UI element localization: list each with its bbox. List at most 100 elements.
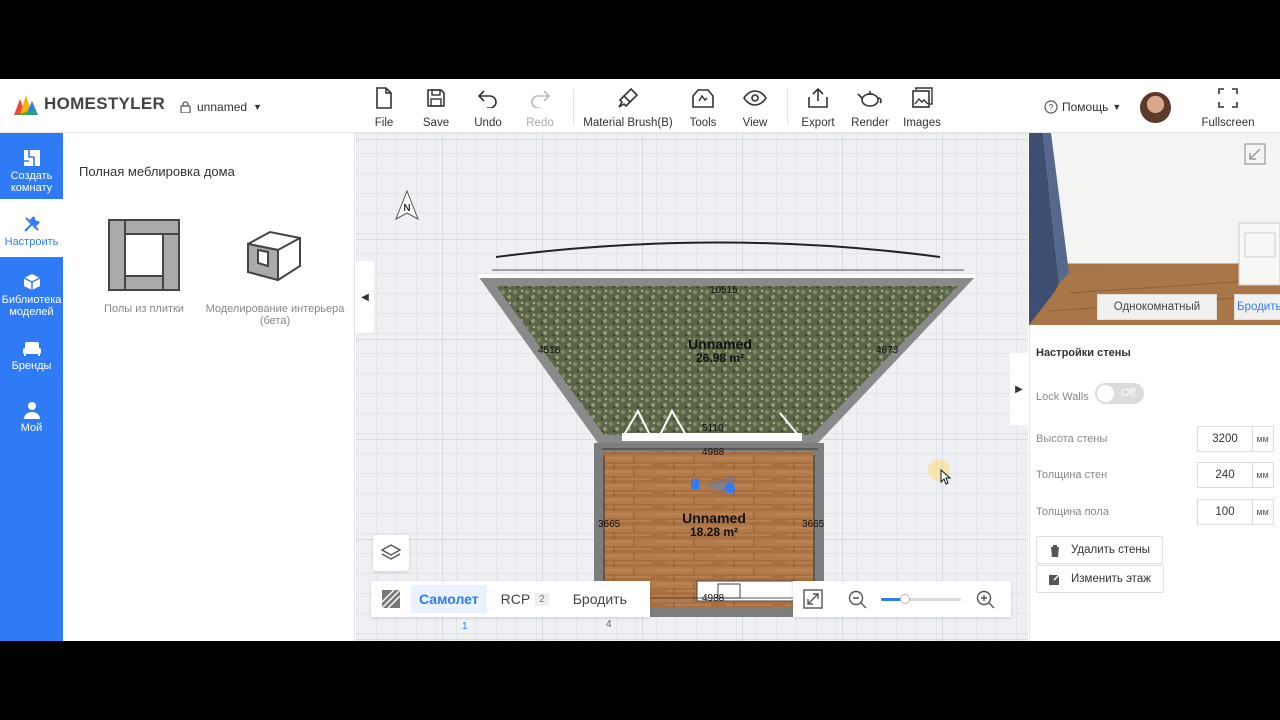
view-label: View bbox=[742, 117, 768, 129]
wall-thickness-unit: мм bbox=[1252, 462, 1274, 488]
floor-thickness-input[interactable]: 100 bbox=[1197, 499, 1253, 525]
catalog-card-tile-floors[interactable]: Полы из плитки bbox=[74, 215, 214, 315]
floorplan-icon bbox=[23, 150, 40, 166]
wall-height-input[interactable]: 3200 bbox=[1197, 426, 1253, 452]
export-button[interactable]: Export bbox=[788, 85, 848, 129]
zoom-out-button[interactable] bbox=[848, 590, 868, 615]
mode-plane[interactable]: Самолет bbox=[411, 585, 487, 613]
sidebar-item-customize[interactable]: Настроить bbox=[0, 199, 63, 257]
export-label: Export bbox=[801, 117, 835, 129]
tools-icon bbox=[23, 216, 40, 232]
fit-view-icon bbox=[803, 589, 823, 609]
wall-height-label: Высота стены bbox=[1036, 433, 1108, 445]
room1-name: Unnamed bbox=[688, 336, 752, 352]
dim-bottom: 4988 bbox=[702, 593, 725, 604]
catalog-card-interior-modeling[interactable]: Моделирование интерьера (бета) bbox=[205, 215, 345, 327]
hatch-icon bbox=[381, 589, 401, 609]
help-dropdown[interactable]: ? Помощь ▼ bbox=[1044, 100, 1121, 114]
catalog-panel: Полная меблировка дома Полы из плитки Мо… bbox=[63, 133, 355, 641]
lock-walls-toggle[interactable]: Off bbox=[1095, 383, 1144, 404]
sidebar-item-create-room[interactable]: Создать комнату bbox=[0, 139, 63, 197]
delete-walls-button[interactable]: Удалить стены bbox=[1036, 536, 1164, 564]
mouse-cursor-icon bbox=[940, 469, 952, 485]
view-button[interactable]: View bbox=[725, 85, 785, 129]
expand-icon[interactable] bbox=[1244, 143, 1266, 165]
sidebar-item-brands[interactable]: Бренды bbox=[0, 329, 63, 377]
wall-thickness-input[interactable]: 240 bbox=[1197, 462, 1253, 488]
layers-button[interactable] bbox=[373, 535, 409, 571]
change-floor-button[interactable]: Изменить этаж bbox=[1036, 565, 1164, 593]
mode-walk-label: Бродить bbox=[572, 591, 627, 607]
images-button[interactable]: Images bbox=[892, 85, 952, 129]
zoom-in-icon bbox=[976, 590, 995, 609]
floor-thickness-unit: мм bbox=[1252, 499, 1274, 525]
dim-mid: 4988 bbox=[702, 447, 725, 458]
file-button[interactable]: File bbox=[354, 85, 414, 129]
dimension-arc bbox=[495, 241, 941, 258]
zoom-slider[interactable] bbox=[881, 594, 961, 604]
help-label: Помощь bbox=[1062, 100, 1109, 114]
sidebar-item-model-library[interactable]: Библиотека моделей bbox=[0, 261, 63, 319]
brush-icon bbox=[618, 87, 639, 108]
room-type-button[interactable]: Однокомнатный bbox=[1097, 294, 1217, 320]
undo-icon bbox=[477, 90, 497, 108]
room1-label: Unnamed 26.98 m² bbox=[670, 337, 770, 365]
tools-icon bbox=[692, 89, 714, 108]
fullscreen-button[interactable]: Fullscreen bbox=[1198, 85, 1258, 129]
3d-preview[interactable]: Однокомнатный Бродить bbox=[1029, 133, 1280, 325]
zoom-in-button[interactable] bbox=[976, 590, 996, 615]
edit-icon bbox=[1049, 573, 1061, 585]
redo-label: Redo bbox=[526, 117, 554, 129]
logo[interactable]: HOMESTYLER bbox=[12, 91, 165, 117]
save-label: Save bbox=[422, 117, 450, 129]
save-button[interactable]: Save bbox=[406, 85, 466, 129]
file-label: File bbox=[374, 117, 394, 129]
render-button[interactable]: Render bbox=[840, 85, 900, 129]
mode-plane-key: 1 bbox=[459, 621, 471, 632]
sidebar-item-label: Мой bbox=[20, 422, 43, 434]
material-brush-button[interactable]: Material Brush(B) bbox=[582, 85, 674, 129]
redo-icon bbox=[531, 90, 551, 108]
tools-button[interactable]: Tools bbox=[673, 85, 733, 129]
sidebar-item-label: Бренды bbox=[11, 360, 52, 372]
top-toolbar: HOMESTYLER unnamed ▼ File Save Undo Redo… bbox=[0, 79, 1280, 133]
eye-icon bbox=[743, 90, 767, 106]
sidebar-item-my[interactable]: Мой bbox=[0, 389, 63, 437]
lock-icon bbox=[180, 101, 191, 113]
layers-icon bbox=[380, 544, 402, 560]
compass-label: N bbox=[403, 203, 410, 214]
project-name-dropdown[interactable]: unnamed ▼ bbox=[180, 100, 262, 114]
preview-walk-button[interactable]: Бродить bbox=[1234, 294, 1280, 320]
undo-label: Undo bbox=[474, 117, 502, 129]
material-brush-label: Material Brush(B) bbox=[583, 117, 673, 129]
floorplan-canvas[interactable]: ◀ ▶ N 10515 4518 4873 5110 4988 3665 366… bbox=[356, 133, 1028, 641]
preview-walk-label: Бродить bbox=[1237, 301, 1280, 313]
teapot-icon bbox=[857, 91, 882, 107]
save-icon bbox=[427, 89, 445, 107]
dim-door: 5110 bbox=[702, 423, 724, 434]
avatar[interactable] bbox=[1140, 92, 1171, 123]
render-label: Render bbox=[851, 117, 889, 129]
project-name: unnamed bbox=[197, 100, 248, 114]
wall-settings-title: Настройки стены bbox=[1036, 347, 1131, 359]
catalog-title: Полная меблировка дома bbox=[79, 164, 235, 179]
sidebar-item-label: Библиотека моделей bbox=[1, 294, 62, 318]
redo-button[interactable]: Redo bbox=[510, 85, 570, 129]
mode-walk[interactable]: Бродить bbox=[565, 585, 635, 613]
zoom-slider-handle[interactable] bbox=[900, 594, 910, 604]
mode-rcp[interactable]: RCP 2 bbox=[493, 585, 557, 613]
fit-view-button[interactable] bbox=[803, 589, 823, 614]
undo-button[interactable]: Undo bbox=[458, 85, 518, 129]
dim-left: 3665 bbox=[598, 519, 621, 530]
room1-area: 26.98 m² bbox=[695, 351, 745, 365]
3d-block-icon bbox=[247, 230, 301, 282]
catalog-card-label: Полы из плитки bbox=[104, 303, 184, 315]
mode-plane-label: Самолет bbox=[419, 591, 479, 607]
floor-material-button[interactable] bbox=[371, 581, 411, 617]
mode-rcp-label: RCP bbox=[500, 591, 531, 607]
wall-height-unit: мм bbox=[1252, 426, 1274, 452]
wall-settings-panel: Настройки стены Lock Walls Off Высота ст… bbox=[1029, 325, 1280, 641]
lock-walls-label: Lock Walls bbox=[1036, 391, 1089, 403]
toggle-knob bbox=[1097, 385, 1114, 402]
zoom-out-icon bbox=[848, 590, 867, 609]
